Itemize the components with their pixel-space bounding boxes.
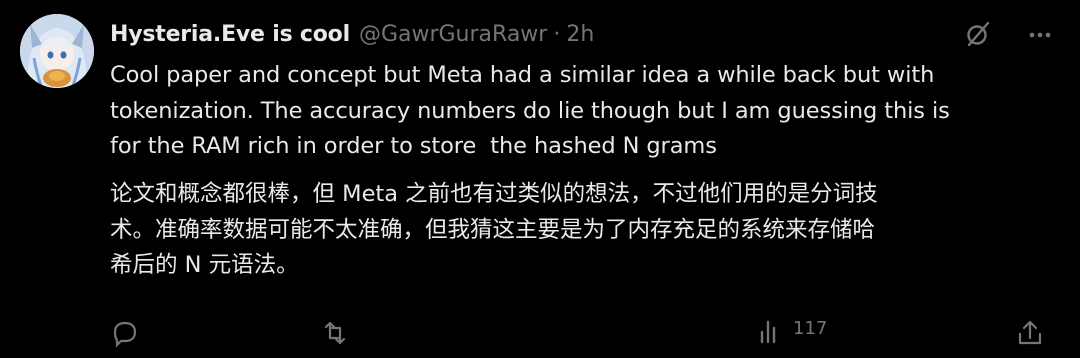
share-icon bbox=[1018, 320, 1042, 345]
timestamp[interactable]: 2h bbox=[566, 22, 594, 47]
display-name[interactable]: Hysteria.Eve is cool bbox=[110, 22, 350, 47]
reply-icon bbox=[113, 321, 137, 348]
retweet-icon bbox=[324, 321, 346, 345]
tweet[interactable]: Hysteria.Eve is cool @GawrGuraRawr · 2h … bbox=[0, 0, 1080, 348]
avatar-image bbox=[20, 14, 94, 88]
header-actions bbox=[960, 16, 1058, 52]
more-button[interactable] bbox=[1022, 16, 1058, 52]
more-dots-icon bbox=[1029, 32, 1051, 38]
retweet-button[interactable] bbox=[320, 318, 350, 348]
grok-slash-icon bbox=[967, 21, 990, 47]
handle[interactable]: @GawrGuraRawr bbox=[359, 22, 547, 47]
tweet-translation: 论文和概念都很棒，但 Meta 之前也有过类似的想法，不过他们用的是分词技 术。… bbox=[110, 181, 878, 278]
tweet-header: Hysteria.Eve is cool @GawrGuraRawr · 2h bbox=[110, 14, 594, 54]
grok-button[interactable] bbox=[960, 16, 996, 52]
separator-dot: · bbox=[553, 21, 561, 47]
share-button[interactable] bbox=[1015, 318, 1045, 348]
avatar[interactable] bbox=[20, 14, 94, 88]
action-bar: 117 bbox=[110, 318, 1050, 358]
views-count: 117 bbox=[793, 318, 828, 339]
tweet-text: Cool paper and concept but Meta had a si… bbox=[110, 62, 950, 159]
reply-button[interactable] bbox=[110, 318, 140, 348]
views-bar-icon bbox=[760, 320, 776, 344]
views-button[interactable]: 117 bbox=[755, 318, 827, 348]
